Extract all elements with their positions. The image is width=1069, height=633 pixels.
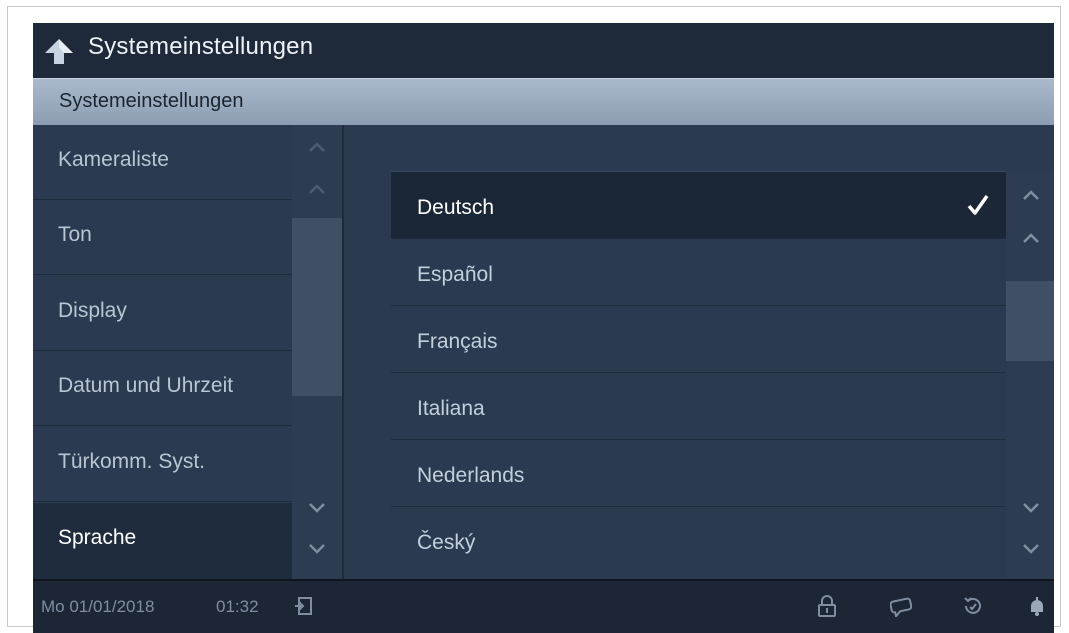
language-label: Deutsch bbox=[417, 196, 495, 219]
chevron-up-icon[interactable] bbox=[308, 141, 326, 153]
menu-scroll-thumb[interactable] bbox=[292, 218, 342, 396]
menu-scrollbar[interactable] bbox=[292, 125, 342, 579]
menu-item-label: Türkomm. Syst. bbox=[58, 450, 206, 473]
language-item-italiana[interactable]: Italiana bbox=[391, 372, 1006, 439]
language-label: Italiana bbox=[417, 397, 485, 420]
title-bar: Systemeinstellungen bbox=[33, 23, 1054, 78]
language-label: Español bbox=[417, 263, 493, 286]
menu-item-label: Ton bbox=[58, 223, 92, 246]
menu-item-display[interactable]: Display bbox=[33, 276, 292, 351]
chevron-up-icon[interactable] bbox=[1022, 232, 1040, 244]
checkmark-icon bbox=[966, 193, 990, 217]
lock-icon[interactable] bbox=[816, 595, 838, 617]
language-scroll-thumb[interactable] bbox=[1006, 281, 1054, 361]
menu-item-kameraliste[interactable]: Kameraliste bbox=[33, 125, 292, 200]
chevron-down-icon[interactable] bbox=[1022, 502, 1040, 514]
language-list: Deutsch Español Français Italiana Nederl… bbox=[391, 171, 1006, 579]
chevron-down-icon[interactable] bbox=[1022, 543, 1040, 555]
page-title: Systemeinstellungen bbox=[88, 33, 314, 60]
language-label: Český bbox=[417, 531, 476, 554]
menu-item-datum-uhrzeit[interactable]: Datum und Uhrzeit bbox=[33, 351, 292, 426]
section-header: Systemeinstellungen bbox=[33, 78, 1054, 125]
language-item-deutsch[interactable]: Deutsch bbox=[391, 171, 1006, 238]
language-scrollbar[interactable] bbox=[1006, 171, 1054, 579]
bell-icon[interactable] bbox=[1026, 595, 1048, 617]
device-screen: Systemeinstellungen Systemeinstellungen … bbox=[33, 23, 1054, 633]
exit-icon[interactable] bbox=[293, 595, 315, 617]
language-item-francais[interactable]: Français bbox=[391, 305, 1006, 372]
settings-menu: Kameraliste Ton Display Datum und Uhrzei… bbox=[33, 125, 292, 579]
menu-item-label: Kameraliste bbox=[58, 148, 169, 171]
language-label: Français bbox=[417, 330, 498, 353]
up-arrow-icon[interactable] bbox=[43, 37, 75, 65]
chevron-up-icon[interactable] bbox=[308, 183, 326, 195]
message-icon[interactable] bbox=[889, 595, 913, 619]
language-item-espanol[interactable]: Español bbox=[391, 238, 1006, 305]
menu-item-sprache[interactable]: Sprache bbox=[33, 503, 292, 579]
menu-item-label: Display bbox=[58, 299, 127, 322]
menu-item-ton[interactable]: Ton bbox=[33, 200, 292, 275]
chevron-up-icon[interactable] bbox=[1022, 189, 1040, 201]
chevron-down-icon[interactable] bbox=[308, 502, 326, 514]
language-item-cesky[interactable]: Český bbox=[391, 506, 1006, 579]
history-icon[interactable] bbox=[962, 595, 984, 617]
menu-item-tuerkomm[interactable]: Türkomm. Syst. bbox=[33, 427, 292, 502]
status-date: Mo 01/01/2018 bbox=[41, 597, 155, 616]
language-item-nederlands[interactable]: Nederlands bbox=[391, 439, 1006, 506]
section-title: Systemeinstellungen bbox=[59, 90, 244, 112]
chevron-down-icon[interactable] bbox=[308, 543, 326, 555]
language-label: Nederlands bbox=[417, 464, 525, 487]
panel-divider bbox=[342, 125, 344, 579]
menu-item-label: Sprache bbox=[58, 526, 137, 549]
status-bar: Mo 01/01/2018 01:32 bbox=[33, 579, 1054, 633]
status-time: 01:32 bbox=[216, 597, 259, 616]
menu-item-label: Datum und Uhrzeit bbox=[58, 374, 234, 397]
